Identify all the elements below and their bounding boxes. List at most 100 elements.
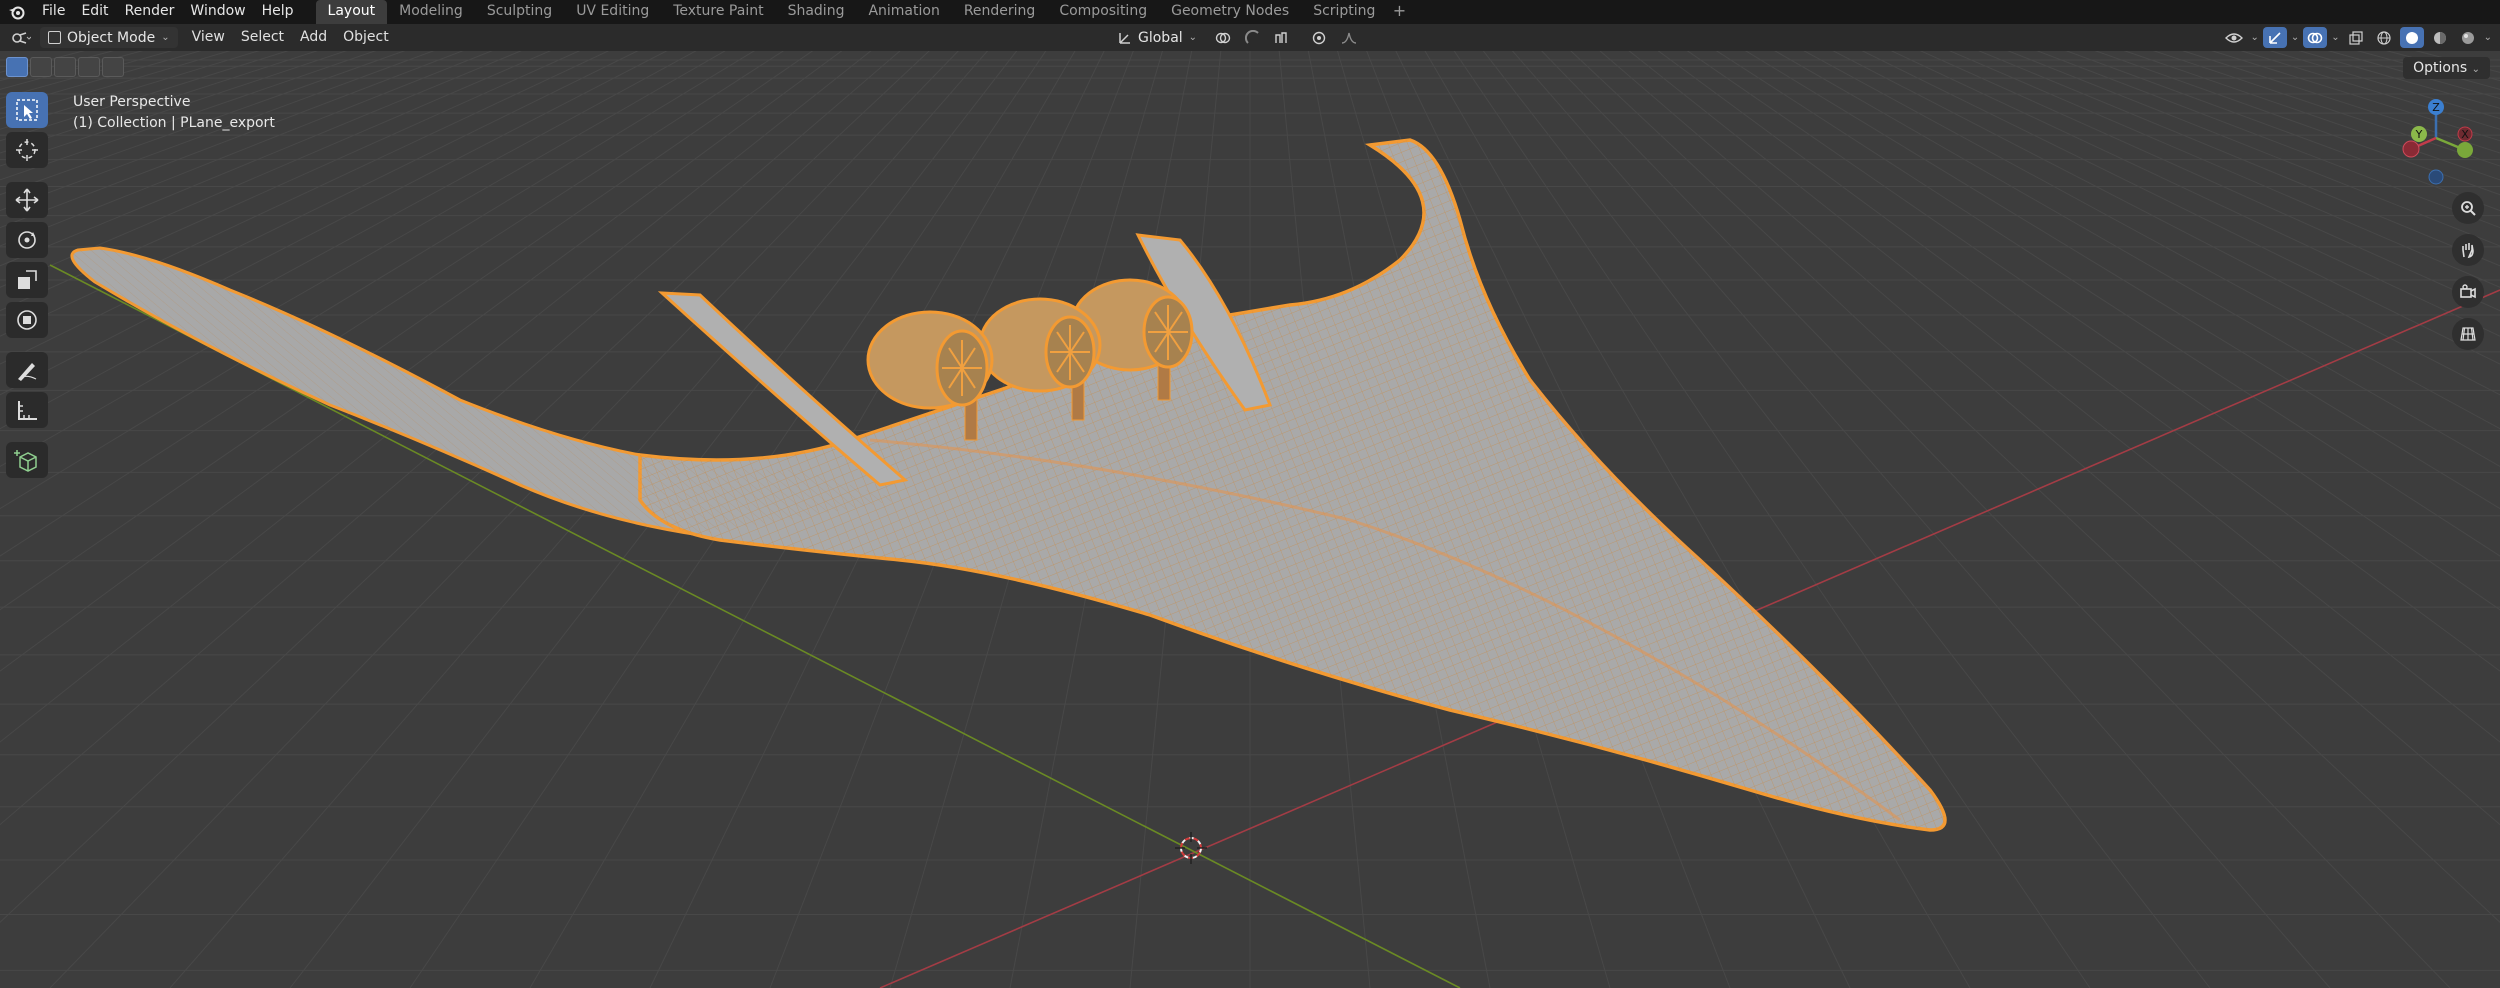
- editor-type-icon[interactable]: [6, 27, 36, 48]
- snap-toggle-icon[interactable]: [1241, 27, 1265, 48]
- select-box-icon: [16, 99, 38, 121]
- select-mode-group: [6, 57, 124, 77]
- transform-tools: Global ⌄: [1106, 27, 1361, 48]
- tab-texture-paint[interactable]: Texture Paint: [661, 0, 775, 24]
- proportional-edit-icon[interactable]: [1307, 27, 1331, 48]
- select-new-icon[interactable]: [6, 57, 28, 77]
- tab-rendering[interactable]: Rendering: [952, 0, 1048, 24]
- tab-shading[interactable]: Shading: [776, 0, 857, 24]
- object-mode-icon: [48, 31, 61, 44]
- menu-help[interactable]: Help: [254, 0, 302, 24]
- tab-animation[interactable]: Animation: [856, 0, 951, 24]
- chevron-down-icon[interactable]: ⌄: [2250, 32, 2258, 43]
- select-intersect-icon[interactable]: [102, 57, 124, 77]
- camera-view-icon[interactable]: [2452, 276, 2484, 308]
- tab-geometry-nodes[interactable]: Geometry Nodes: [1159, 0, 1301, 24]
- orientation-label: Global: [1138, 29, 1183, 46]
- chevron-down-icon: ⌄: [161, 32, 170, 43]
- transform-tool[interactable]: [6, 302, 48, 338]
- viewport-display-tools: ⌄ ⌄ ⌄ ⌄: [2222, 27, 2492, 48]
- mode-label: Object Mode: [67, 29, 156, 46]
- z-axis-label: Z: [2432, 101, 2440, 114]
- navigation-gizmo[interactable]: Z Y X: [2395, 98, 2495, 198]
- measure-icon: [18, 401, 37, 420]
- gizmo-toggle-icon[interactable]: [2262, 27, 2287, 48]
- annotate-tool[interactable]: [6, 352, 48, 388]
- perspective-toggle-icon[interactable]: [2452, 318, 2484, 350]
- 3d-viewport[interactable]: [0, 51, 2500, 988]
- transform-icon: [17, 310, 37, 330]
- move-tool[interactable]: [6, 182, 48, 218]
- menu-edit[interactable]: Edit: [73, 0, 116, 24]
- top-bar: File Edit Render Window Help Layout Mode…: [0, 0, 2500, 24]
- tab-layout[interactable]: Layout: [315, 0, 388, 24]
- menu-window[interactable]: Window: [182, 0, 253, 24]
- falloff-icon[interactable]: [1337, 27, 1361, 48]
- neg-y-axis-handle[interactable]: [2402, 140, 2420, 158]
- move-icon: [15, 188, 39, 212]
- add-menu[interactable]: Add: [292, 27, 335, 48]
- add-workspace-icon[interactable]: +: [1387, 0, 1411, 24]
- viewport-header: Object Mode ⌄ View Select Add Object Glo…: [0, 24, 2500, 51]
- view-name: User Perspective: [73, 94, 191, 110]
- annotate-icon: [18, 363, 37, 381]
- blender-logo-icon[interactable]: [0, 0, 34, 24]
- mode-dropdown[interactable]: Object Mode ⌄: [40, 27, 178, 48]
- scale-tool[interactable]: [6, 262, 48, 298]
- y-axis-label: Y: [2415, 128, 2423, 141]
- menu-render[interactable]: Render: [117, 0, 183, 24]
- add-cube-icon: [14, 450, 37, 472]
- rotate-icon: [18, 231, 36, 249]
- material-shading-icon[interactable]: [2428, 27, 2452, 48]
- pivot-point-icon[interactable]: [1211, 27, 1235, 48]
- select-extend-icon[interactable]: [30, 57, 52, 77]
- chevron-down-icon: ⌄: [1188, 32, 1198, 43]
- chevron-down-icon[interactable]: ⌄: [2484, 32, 2492, 43]
- select-subtract-icon[interactable]: [54, 57, 76, 77]
- options-label: Options: [2413, 60, 2468, 76]
- select-box-tool[interactable]: [6, 92, 48, 128]
- visibility-icon[interactable]: [2222, 27, 2246, 48]
- cursor-icon: [16, 139, 38, 161]
- select-menu[interactable]: Select: [233, 27, 292, 48]
- menu-file[interactable]: File: [34, 0, 73, 24]
- overlays-toggle-icon[interactable]: [2303, 27, 2328, 48]
- tab-modeling[interactable]: Modeling: [387, 0, 475, 24]
- neg-x-axis-handle[interactable]: [2428, 169, 2444, 185]
- xray-toggle-icon[interactable]: [2344, 27, 2368, 48]
- tab-uv-editing[interactable]: UV Editing: [564, 0, 661, 24]
- x-axis-label: X: [2461, 128, 2469, 141]
- orientation-dropdown[interactable]: Global ⌄: [1110, 27, 1205, 48]
- tab-compositing[interactable]: Compositing: [1047, 0, 1159, 24]
- options-dropdown[interactable]: Options ⌄: [2403, 57, 2490, 79]
- tab-scripting[interactable]: Scripting: [1301, 0, 1387, 24]
- pan-hand-icon[interactable]: [2452, 234, 2484, 266]
- tool-shelf: [6, 92, 50, 478]
- x-axis-handle[interactable]: [2457, 142, 2473, 158]
- navigation-buttons: [2452, 192, 2484, 350]
- solid-shading-icon[interactable]: [2399, 27, 2424, 48]
- wireframe-shading-icon[interactable]: [2372, 27, 2396, 48]
- measure-tool[interactable]: [6, 392, 48, 428]
- select-invert-icon[interactable]: [78, 57, 100, 77]
- tool-separator: [6, 172, 50, 178]
- viewport-info: User Perspective (1) Collection | PLane_…: [73, 92, 275, 134]
- scale-icon: [18, 270, 37, 289]
- chevron-down-icon: ⌄: [2471, 64, 2480, 75]
- object-menu[interactable]: Object: [335, 27, 397, 48]
- rendered-shading-icon[interactable]: [2456, 27, 2480, 48]
- orientation-icon: [1119, 32, 1130, 44]
- view-menu[interactable]: View: [184, 27, 233, 48]
- zoom-icon[interactable]: [2452, 192, 2484, 224]
- chevron-down-icon[interactable]: ⌄: [2291, 32, 2299, 43]
- workspace-tabs: Layout Modeling Sculpting UV Editing Tex…: [315, 0, 1412, 24]
- tool-separator: [6, 432, 50, 438]
- tab-sculpting[interactable]: Sculpting: [475, 0, 564, 24]
- cursor-tool[interactable]: [6, 132, 48, 168]
- tool-separator: [6, 342, 50, 348]
- chevron-down-icon[interactable]: ⌄: [2331, 32, 2339, 43]
- rotate-tool[interactable]: [6, 222, 48, 258]
- snap-target-icon[interactable]: [1271, 27, 1295, 48]
- collection-info: (1) Collection | PLane_export: [73, 115, 275, 131]
- add-cube-tool[interactable]: [6, 442, 48, 478]
